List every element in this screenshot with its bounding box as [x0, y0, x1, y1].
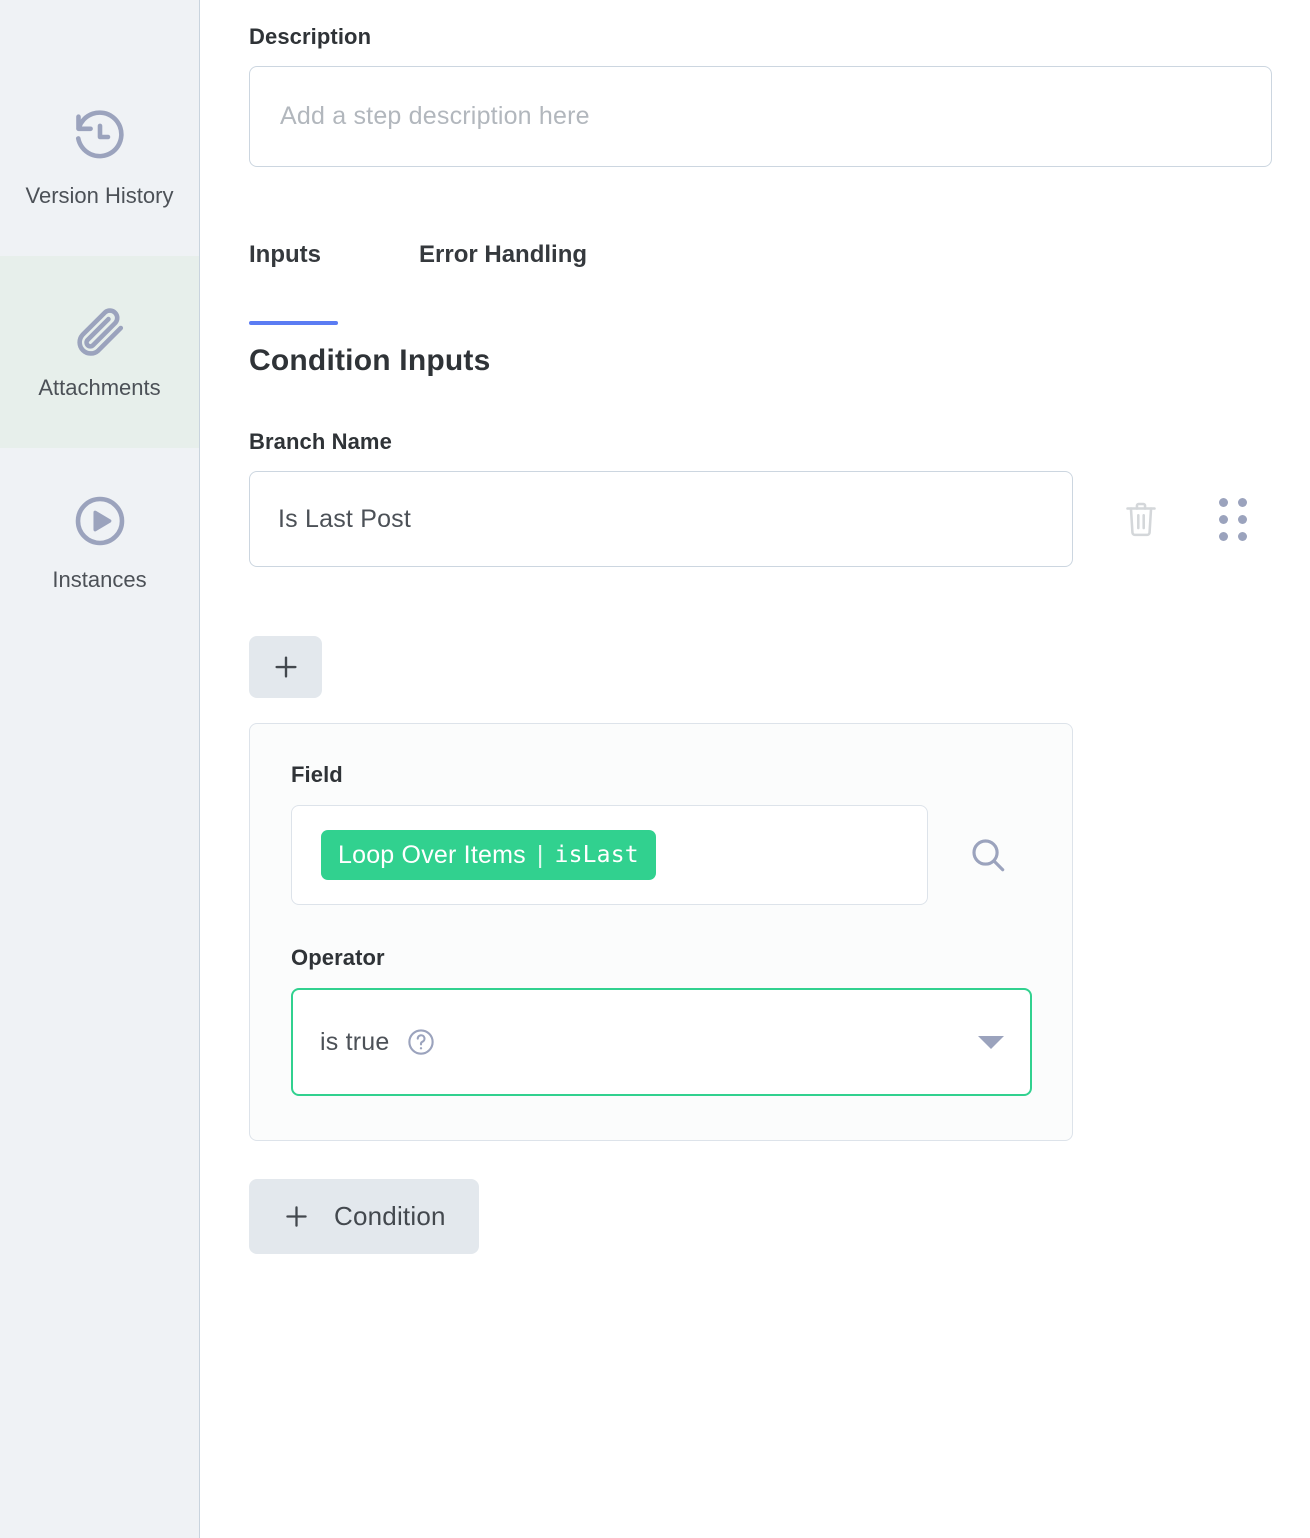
sidebar-item-attachments[interactable]: Attachments: [0, 256, 199, 448]
sidebar-item-label: Attachments: [38, 372, 160, 404]
description-input[interactable]: Add a step description here: [249, 66, 1272, 167]
drag-dot: [1219, 532, 1228, 541]
tab-inputs[interactable]: Inputs: [249, 241, 419, 336]
tab-error-handling[interactable]: Error Handling: [419, 241, 587, 336]
operator-label: Operator: [291, 945, 1031, 971]
add-condition-label: Condition: [334, 1201, 446, 1232]
field-token[interactable]: Loop Over Items | isLast: [321, 830, 656, 880]
play-circle-icon: [71, 492, 129, 550]
branch-name-value: Is Last Post: [278, 505, 411, 534]
field-input[interactable]: Loop Over Items | isLast: [291, 805, 928, 905]
field-input-row: Loop Over Items | isLast: [291, 805, 1031, 905]
branch-name-label: Branch Name: [249, 429, 1309, 455]
branch-name-row: Is Last Post: [249, 471, 1309, 567]
tab-error-handling-label: Error Handling: [419, 241, 587, 268]
section-title: Condition Inputs: [249, 344, 1309, 378]
description-placeholder: Add a step description here: [280, 102, 590, 131]
step-editor-panel: Version History Attachments Instances: [0, 0, 1310, 1538]
trash-icon: [1123, 499, 1159, 539]
add-condition-button[interactable]: Condition: [249, 1179, 479, 1254]
drag-handle-icon[interactable]: [1217, 497, 1249, 541]
main-content: Description Add a step description here …: [200, 0, 1310, 1538]
field-token-property: isLast: [555, 838, 639, 872]
tab-bar: Inputs Error Handling: [249, 241, 1309, 336]
tab-active-indicator: [249, 321, 338, 325]
sidebar-item-label: Version History: [26, 180, 174, 212]
condition-card: Field Loop Over Items | isLast: [249, 723, 1073, 1141]
operator-select[interactable]: is true: [291, 988, 1032, 1096]
field-label: Field: [291, 762, 1031, 788]
plus-icon: [271, 652, 301, 682]
description-label: Description: [249, 24, 1309, 50]
sidebar-item-label: Instances: [52, 564, 146, 596]
field-token-separator: |: [537, 838, 544, 872]
drag-dot: [1219, 515, 1228, 524]
search-icon: [967, 834, 1009, 876]
drag-dot: [1219, 498, 1228, 507]
branch-name-input[interactable]: Is Last Post: [249, 471, 1073, 567]
delete-branch-button[interactable]: [1116, 494, 1166, 544]
drag-dot: [1238, 515, 1247, 524]
field-token-source: Loop Over Items: [338, 838, 526, 872]
tab-inputs-label: Inputs: [249, 241, 321, 268]
drag-dot: [1238, 498, 1247, 507]
chevron-down-icon[interactable]: [978, 1036, 1004, 1049]
sidebar-item-instances[interactable]: Instances: [0, 448, 199, 640]
help-circle-icon[interactable]: [406, 1027, 436, 1057]
history-icon: [71, 108, 129, 166]
plus-icon: [282, 1202, 311, 1231]
paperclip-icon: [71, 300, 129, 358]
add-branch-button[interactable]: [249, 636, 322, 698]
operator-value: is true: [320, 1028, 389, 1057]
field-search-button[interactable]: [965, 832, 1011, 878]
sidebar-item-version-history[interactable]: Version History: [0, 64, 199, 256]
right-rail-sidebar: Version History Attachments Instances: [0, 0, 200, 1538]
drag-dot: [1238, 532, 1247, 541]
